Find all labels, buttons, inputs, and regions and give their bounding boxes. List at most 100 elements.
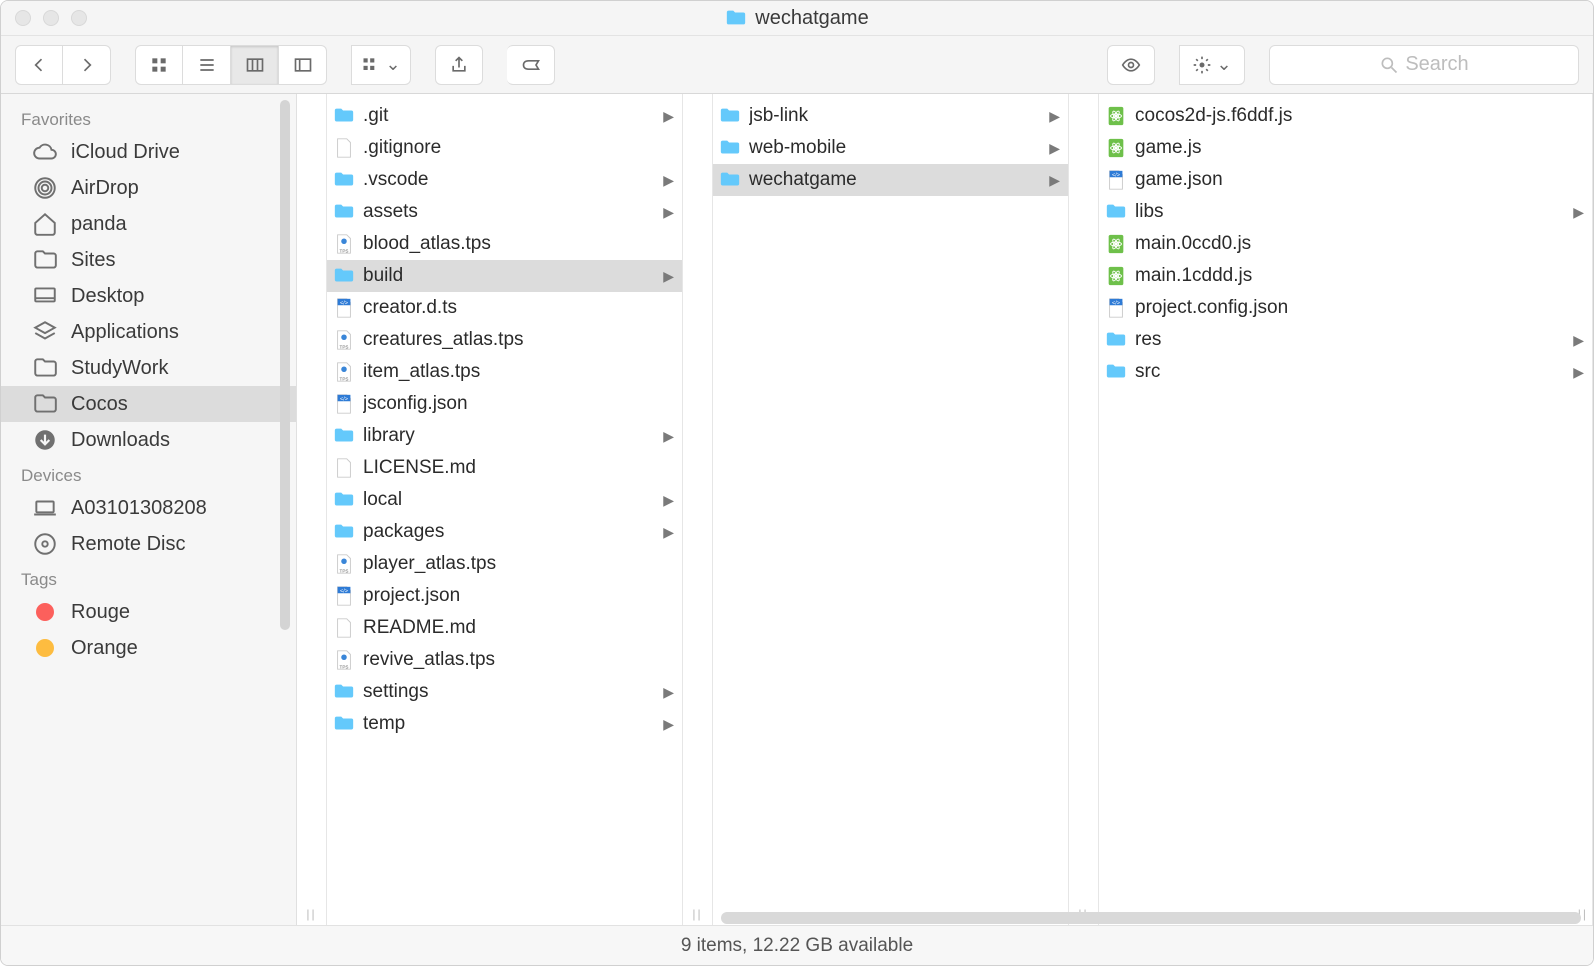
file-name: res [1135,329,1565,351]
sidebar-item-downloads[interactable]: Downloads [1,422,296,458]
chevron-right-icon: ▶ [663,492,674,509]
file-row[interactable]: TPSitem_atlas.tps [327,356,682,388]
file-row[interactable]: assets▶ [327,196,682,228]
list-view-button[interactable] [183,45,231,85]
file-row[interactable]: </>creator.d.ts [327,292,682,324]
file-row[interactable]: main.0ccd0.js [1099,228,1592,260]
file-name: README.md [363,617,674,639]
gallery-view-button[interactable] [279,45,327,85]
file-row[interactable]: wechatgame ▶ [713,164,1068,196]
sidebar-item-remote-disc[interactable]: Remote Disc [1,526,296,562]
sidebar-item-cocos[interactable]: Cocos [1,386,296,422]
file-name: revive_atlas.tps [363,649,674,671]
file-icon: TPS [333,649,355,671]
file-row[interactable]: build▶ [327,260,682,292]
file-row[interactable]: game.js [1099,132,1592,164]
sidebar-item-rouge[interactable]: Rouge [1,594,296,630]
file-row[interactable]: res▶ [1099,324,1592,356]
sidebar-item-a03101308208[interactable]: A03101308208 [1,490,296,526]
forward-button[interactable] [63,45,111,85]
share-button[interactable] [435,45,483,85]
file-name: settings [363,681,655,703]
file-row[interactable]: .gitignore [327,132,682,164]
file-row[interactable]: jsb-link▶ [713,100,1068,132]
airdrop-icon [31,176,59,200]
sidebar-item-applications[interactable]: Applications [1,314,296,350]
sidebar-item-icloud-drive[interactable]: iCloud Drive [1,134,296,170]
file-row[interactable]: TPS revive_atlas.tps [327,644,682,676]
folder-icon [31,392,59,416]
file-row[interactable]: TPSblood_atlas.tps [327,228,682,260]
file-icon [333,617,355,639]
file-name: libs [1135,201,1565,223]
file-icon [1105,137,1127,159]
quicklook-button[interactable] [1107,45,1155,85]
column-resize-handle[interactable]: || [297,907,326,921]
file-name: main.1cddd.js [1135,265,1584,287]
column-0[interactable]: .git▶.gitignore.vscode▶assets▶TPSblood_a… [327,94,683,925]
file-row[interactable]: </>project.config.json [1099,292,1592,324]
file-row[interactable]: src▶ [1099,356,1592,388]
sidebar-section-title: Tags [1,562,296,594]
file-row[interactable]: </>game.json [1099,164,1592,196]
sidebar-item-sites[interactable]: Sites [1,242,296,278]
file-row[interactable]: TPScreatures_atlas.tps [327,324,682,356]
column-1[interactable]: jsb-link▶web-mobile▶ wechatgame ▶ [713,94,1069,925]
horizontal-scrollbar[interactable] [721,912,1581,924]
chevron-right-icon: ▶ [1049,140,1060,157]
file-name: main.0ccd0.js [1135,233,1584,255]
file-icon: TPS [333,329,355,351]
file-row[interactable]: .git▶ [327,100,682,132]
file-icon: </> [1105,169,1127,191]
file-row[interactable]: </>jsconfig.json [327,388,682,420]
column-resize-handle[interactable]: || [683,907,712,921]
sidebar-item-desktop[interactable]: Desktop [1,278,296,314]
search-field[interactable]: Search [1269,45,1579,85]
sidebar-item-panda[interactable]: panda [1,206,296,242]
file-name: wechatgame [749,169,1041,191]
file-row[interactable]: temp▶ [327,708,682,740]
icon-view-button[interactable] [135,45,183,85]
sidebar-item-airdrop[interactable]: AirDrop [1,170,296,206]
traffic-lights [15,10,87,26]
tag-dot-icon [31,600,59,624]
tags-button[interactable] [507,45,555,85]
laptop-icon [31,496,59,520]
close-window-button[interactable] [15,10,31,26]
sidebar-section-title: Devices [1,458,296,490]
file-row[interactable]: settings▶ [327,676,682,708]
file-row[interactable]: library▶ [327,420,682,452]
minimize-window-button[interactable] [43,10,59,26]
file-icon [333,137,355,159]
folder-icon [1105,361,1127,383]
column-view-button[interactable] [231,45,279,85]
back-button[interactable] [15,45,63,85]
file-row[interactable]: packages▶ [327,516,682,548]
sidebar-item-orange[interactable]: Orange [1,630,296,666]
sidebar-scrollbar[interactable] [280,100,290,630]
svg-text:</>: </> [1112,300,1120,306]
arrange-button[interactable]: ⌄ [351,45,411,85]
sidebar-item-studywork[interactable]: StudyWork [1,350,296,386]
file-row[interactable]: local▶ [327,484,682,516]
file-row[interactable]: TPSplayer_atlas.tps [327,548,682,580]
column-2[interactable]: || cocos2d-js.f6ddf.jsgame.js</>game.jso… [1099,94,1593,925]
file-row[interactable]: libs ▶ [1099,196,1592,228]
file-icon: </> [333,393,355,415]
file-row[interactable]: cocos2d-js.f6ddf.js [1099,100,1592,132]
file-row[interactable]: web-mobile▶ [713,132,1068,164]
file-row[interactable]: </>project.json [327,580,682,612]
chevron-right-icon: ▶ [663,524,674,541]
action-button[interactable]: ⌄ [1179,45,1245,85]
folder-icon [333,169,355,191]
zoom-window-button[interactable] [71,10,87,26]
file-row[interactable]: README.md [327,612,682,644]
desktop-icon [31,284,59,308]
chevron-right-icon: ▶ [1573,204,1584,221]
chevron-right-icon: ▶ [1049,172,1060,189]
svg-text:TPS: TPS [340,376,349,381]
file-row[interactable]: .vscode▶ [327,164,682,196]
file-row[interactable]: LICENSE.md [327,452,682,484]
folder-icon [719,137,741,159]
file-row[interactable]: main.1cddd.js [1099,260,1592,292]
